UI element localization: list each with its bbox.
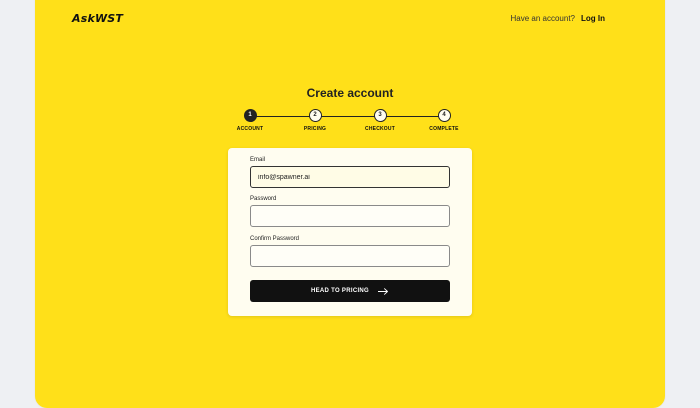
password-field[interactable]	[250, 205, 450, 227]
step-label: PRICING	[303, 126, 327, 132]
email-label: Email	[250, 157, 266, 163]
head-to-pricing-button[interactable]: HEAD TO PRICING	[250, 280, 450, 302]
step-label: CHECKOUT	[365, 126, 395, 132]
login-link[interactable]: Log In	[581, 14, 605, 23]
stepper-line	[251, 116, 444, 117]
brand-logo[interactable]: AskWST	[72, 12, 123, 25]
password-label: Password	[250, 196, 277, 202]
step-number: 2	[308, 109, 322, 122]
submit-label: HEAD TO PRICING	[310, 288, 370, 294]
step-number: 1	[243, 109, 257, 122]
step-complete: 4 COMPLETE	[424, 109, 464, 132]
progress-stepper: 1 ACCOUNT 2 PRICING 3 CHECKOUT 4 COMPLET…	[230, 109, 470, 139]
step-number: 3	[373, 109, 387, 122]
step-number: 4	[437, 109, 451, 122]
confirm-password-field[interactable]	[250, 245, 450, 267]
signup-card: Email Password Confirm Password HEAD TO …	[228, 148, 472, 316]
step-pricing: 2 PRICING	[295, 109, 335, 132]
confirm-password-label: Confirm Password	[250, 236, 300, 242]
arrow-right-icon	[378, 287, 389, 295]
step-account: 1 ACCOUNT	[230, 109, 270, 132]
page-title: Create account	[306, 86, 394, 100]
email-field[interactable]	[250, 166, 450, 188]
account-prompt: Have an account?	[510, 14, 576, 23]
header-account: Have an account? Log In	[511, 14, 606, 23]
step-label: COMPLETE	[429, 126, 459, 132]
step-checkout: 3 CHECKOUT	[360, 109, 400, 132]
step-label: ACCOUNT	[236, 126, 264, 132]
